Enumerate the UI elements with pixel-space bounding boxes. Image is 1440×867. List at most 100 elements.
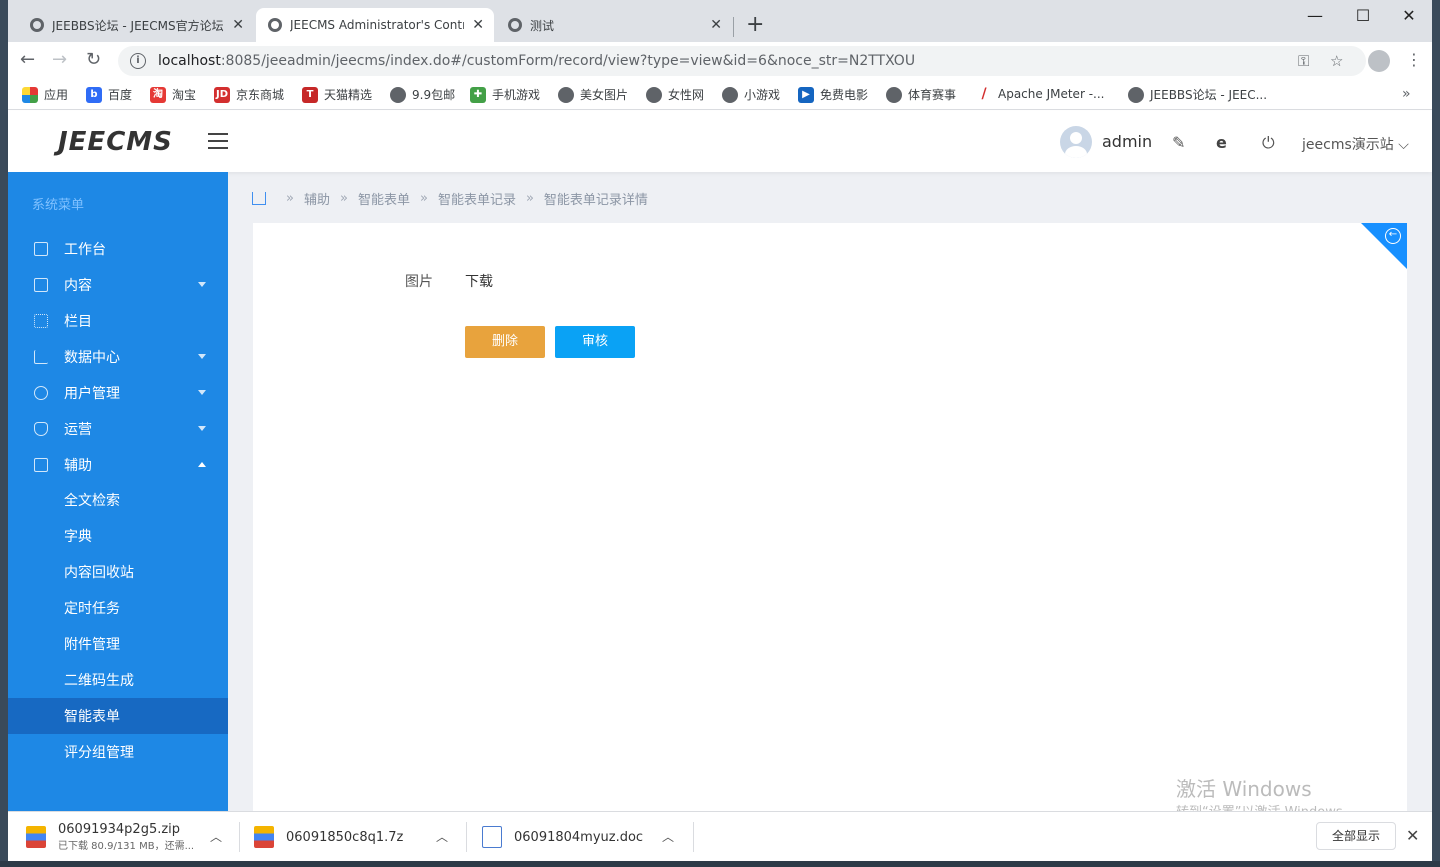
apps-grid-icon (22, 86, 38, 103)
audit-button[interactable]: 审核 (555, 326, 635, 358)
bar-chart-icon (34, 350, 48, 364)
user-name[interactable]: admin (1102, 132, 1152, 151)
sidebar-subitem-attachments[interactable]: 附件管理 (8, 626, 228, 662)
sidebar-subitem-qrcode[interactable]: 二维码生成 (8, 662, 228, 698)
menu-toggle-icon[interactable] (208, 133, 228, 149)
download-item[interactable]: 06091850c8q1.7z ︿ (254, 812, 466, 862)
globe-icon (1128, 86, 1144, 103)
bookmark-99[interactable]: 9.9包邮 (390, 86, 455, 103)
7z-archive-icon (254, 826, 274, 848)
forward-button[interactable]: → (52, 50, 67, 70)
shield-icon (34, 422, 48, 436)
site-selector[interactable]: jeecms演示站 ⌵ (1302, 134, 1409, 154)
tab-separator (733, 17, 734, 37)
download-item[interactable]: 06091804myuz.doc ︿ (482, 812, 694, 862)
chevron-up-icon[interactable]: ︿ (662, 828, 674, 845)
bookmark-pictures[interactable]: 美女图片 (558, 86, 628, 103)
bookmark-mobile-games[interactable]: ✚ 手机游戏 (470, 86, 540, 103)
bookmarks-overflow-icon[interactable]: » (1402, 86, 1411, 102)
download-link[interactable]: 下载 (465, 271, 493, 291)
close-icon[interactable]: ✕ (232, 17, 244, 33)
sidebar-subitem-dictionary[interactable]: 字典 (8, 518, 228, 554)
bookmark-baidu[interactable]: b 百度 (86, 86, 132, 103)
bookmark-jmeter[interactable]: / Apache JMeter -... (976, 86, 1104, 102)
app-header: JEECMS admin ✎ e ⏻ jeecms演示站 ⌵ (8, 111, 1432, 172)
back-corner-badge[interactable] (1361, 223, 1407, 269)
sidebar-item-auxiliary[interactable]: 辅助 (8, 447, 228, 483)
browser-ie-icon[interactable]: e (1216, 133, 1227, 152)
sidebar-subitem-recycle-bin[interactable]: 内容回收站 (8, 554, 228, 590)
user-icon (34, 386, 48, 400)
window-close-button[interactable]: ✕ (1386, 4, 1432, 28)
sidebar-item-user-management[interactable]: 用户管理 (8, 375, 228, 411)
back-arrow-icon[interactable]: ← (1385, 228, 1401, 244)
baidu-paw-icon: b (86, 86, 102, 103)
download-separator (466, 822, 467, 852)
bookmark-jeebbs[interactable]: JEEBBS论坛 - JEEC... (1128, 86, 1267, 103)
chevron-up-icon[interactable]: ︿ (436, 828, 448, 845)
bookmark-jd[interactable]: JD 京东商城 (214, 86, 284, 103)
download-item[interactable]: 06091934p2g5.zip 已下载 80.9/131 MB，还需... ︿ (26, 812, 238, 862)
sidebar-subitem-rating-groups[interactable]: 评分组管理 (8, 734, 228, 770)
breadcrumb-item[interactable]: 智能表单 (358, 189, 410, 208)
tab-jeecms-admin[interactable]: JEECMS Administrator's Control ✕ (256, 8, 494, 42)
tab-jeebbs[interactable]: JEEBBS论坛 - JEECMS官方论坛 ✕ (18, 8, 254, 42)
globe-icon (646, 86, 662, 103)
bookmark-movies[interactable]: ▶ 免费电影 (798, 86, 868, 103)
sidebar-item-columns[interactable]: 栏目 (8, 303, 228, 339)
monitor-icon (34, 242, 48, 256)
close-icon[interactable]: ✕ (710, 17, 722, 33)
key-icon[interactable]: ⚿ (1298, 52, 1309, 70)
jd-icon: JD (214, 86, 230, 103)
more-menu-icon[interactable]: ⋮ (1406, 50, 1422, 69)
bookmark-small-games[interactable]: 小游戏 (722, 86, 780, 103)
gift-box-icon (34, 458, 48, 472)
breadcrumb-item-current: 智能表单记录详情 (543, 193, 648, 208)
sidebar-subitem-fulltext-search[interactable]: 全文检索 (8, 482, 228, 518)
sidebar-item-workbench[interactable]: 工作台 (8, 231, 228, 267)
delete-button[interactable]: 删除 (465, 326, 545, 358)
browser-toolbar: ← → ↻ i localhost:8085/jeeadmin/jeecms/i… (8, 42, 1432, 80)
profile-avatar-icon[interactable] (1368, 50, 1390, 72)
sidebar-subitem-smart-form[interactable]: 智能表单 (8, 698, 228, 734)
url-path: :8085/jeeadmin/jeecms/index.do#/customFo… (220, 53, 916, 69)
power-icon[interactable]: ⏻ (1262, 133, 1275, 153)
home-icon[interactable] (252, 192, 266, 205)
tab-title: JEEBBS论坛 - JEECMS官方论坛 (52, 18, 224, 33)
back-button[interactable]: ← (20, 50, 35, 70)
star-icon[interactable]: ☆ (1330, 52, 1343, 70)
user-avatar[interactable] (1060, 126, 1092, 158)
tab-test[interactable]: 测试 ✕ (496, 8, 732, 42)
breadcrumb-item[interactable]: 智能表单记录 (438, 189, 516, 208)
tmall-icon: T (302, 86, 318, 103)
info-icon[interactable]: i (130, 53, 146, 69)
bookmark-apps[interactable]: 应用 (22, 86, 68, 103)
sidebar-item-content[interactable]: 内容 (8, 267, 228, 303)
bookmark-taobao[interactable]: 淘淘宝 (150, 86, 196, 103)
breadcrumb-item[interactable]: 辅助 (304, 189, 330, 208)
new-tab-button[interactable]: + (746, 12, 764, 38)
download-filename: 06091850c8q1.7z (286, 829, 404, 845)
close-icon[interactable]: ✕ (472, 17, 484, 33)
breadcrumb-separator: » (525, 191, 534, 206)
chevron-up-icon[interactable]: ︿ (210, 828, 222, 845)
bookmark-women[interactable]: 女性网 (646, 86, 704, 103)
sidebar-item-data-center[interactable]: 数据中心 (8, 339, 228, 375)
sidebar-subitem-scheduled-tasks[interactable]: 定时任务 (8, 590, 228, 626)
bookmark-sports[interactable]: 体育赛事 (886, 86, 956, 103)
reload-button[interactable]: ↻ (86, 50, 101, 70)
caret-up-icon (198, 462, 206, 467)
minimize-button[interactable]: — (1292, 4, 1338, 28)
bookmark-tmall[interactable]: T 天猫精选 (302, 86, 372, 103)
url-host: localhost (158, 53, 221, 69)
grid-icon (34, 314, 48, 328)
sidebar-item-operations[interactable]: 运营 (8, 411, 228, 447)
show-all-downloads-button[interactable]: 全部显示 (1316, 822, 1396, 850)
close-download-shelf-icon[interactable]: ✕ (1406, 826, 1419, 845)
user-settings-icon[interactable]: ✎ (1172, 133, 1185, 152)
breadcrumb-separator: » (339, 191, 348, 206)
address-bar[interactable]: i localhost:8085/jeeadmin/jeecms/index.d… (118, 46, 1366, 76)
maximize-button[interactable]: ☐ (1340, 4, 1386, 28)
globe-icon (508, 18, 522, 32)
download-shelf: 06091934p2g5.zip 已下载 80.9/131 MB，还需... ︿… (8, 811, 1432, 861)
